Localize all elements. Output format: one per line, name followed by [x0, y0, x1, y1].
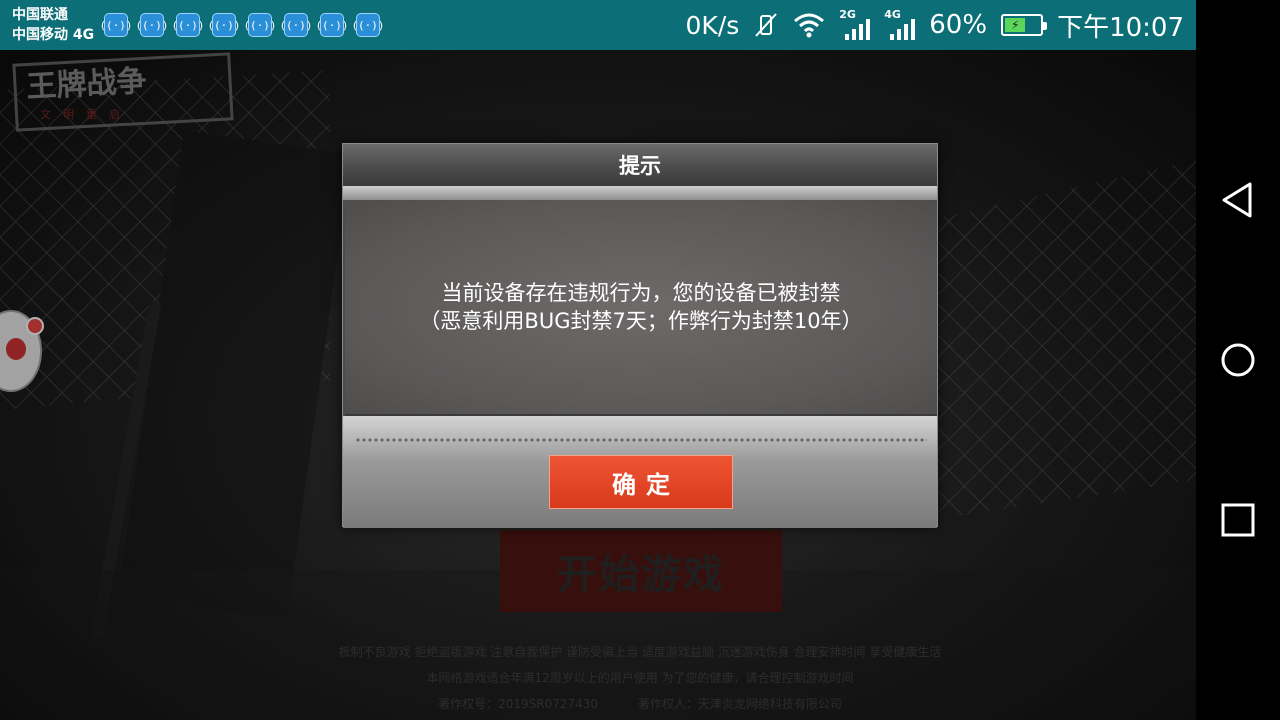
status-bar: 中国联通 中国移动 4G ((·)) ((·)) ((·)) ((·)) ((·…: [0, 0, 1196, 50]
ban-reason: （恶意利用BUG封禁7天；作弊行为封禁10年）: [419, 309, 863, 333]
hotspot-notification-icon: ((·)): [315, 13, 349, 37]
dotted-divider: [355, 438, 927, 442]
battery-percent: 60%: [929, 10, 988, 40]
hotspot-notification-icon: ((·)): [135, 13, 169, 37]
dialog-header-divider: [343, 186, 937, 200]
hotspot-notification-icon: ((·)): [207, 13, 241, 37]
battery-icon: ⚡: [1001, 14, 1048, 36]
sim2-network-type: 4G: [884, 8, 901, 21]
clock: 下午10:07: [1057, 12, 1184, 43]
carrier-1: 中国联通: [12, 7, 68, 23]
carrier-2: 中国移动 4G: [12, 27, 95, 43]
hotspot-notification-icon: ((·)): [279, 13, 313, 37]
sim1-signal-icon: 2G: [839, 8, 871, 40]
sim2-signal-icon: 4G: [884, 8, 916, 40]
ban-notice-dialog: 提示 当前设备存在违规行为，您的设备已被封禁 （恶意利用BUG封禁7天；作弊行为…: [342, 143, 938, 528]
home-icon[interactable]: [1218, 340, 1258, 380]
hotspot-notification-icon: ((·)): [171, 13, 205, 37]
hotspot-notification-icon: ((·)): [351, 13, 385, 37]
dialog-footer: 确定: [343, 416, 937, 528]
hotspot-notification-icon: ((·)): [99, 13, 133, 37]
sim1-network-type: 2G: [839, 8, 856, 21]
network-speed: 0K/s: [685, 10, 740, 40]
carrier-info: 中国联通 中国移动 4G: [0, 5, 104, 45]
dialog-body: 当前设备存在违规行为，您的设备已被封禁 （恶意利用BUG封禁7天；作弊行为封禁1…: [345, 200, 937, 416]
wifi-icon: [794, 13, 825, 38]
hotspot-notification-icon: ((·)): [243, 13, 277, 37]
navigation-bar: [1196, 0, 1280, 720]
vibrate-off-icon: [755, 13, 778, 37]
dialog-header: 提示: [343, 144, 937, 186]
status-indicators: 0K/s 2G 4G 60% ⚡ 下午10:07: [686, 0, 1184, 50]
confirm-button[interactable]: 确定: [549, 455, 733, 509]
recent-apps-icon[interactable]: [1218, 500, 1258, 540]
back-icon[interactable]: [1218, 180, 1258, 220]
notification-icons: ((·)) ((·)) ((·)) ((·)) ((·)) ((·)) ((·)…: [99, 13, 385, 37]
battery-level-fill: ⚡: [1005, 18, 1026, 32]
ban-message: 当前设备存在违规行为，您的设备已被封禁: [441, 281, 841, 305]
dialog-title: 提示: [619, 154, 661, 178]
